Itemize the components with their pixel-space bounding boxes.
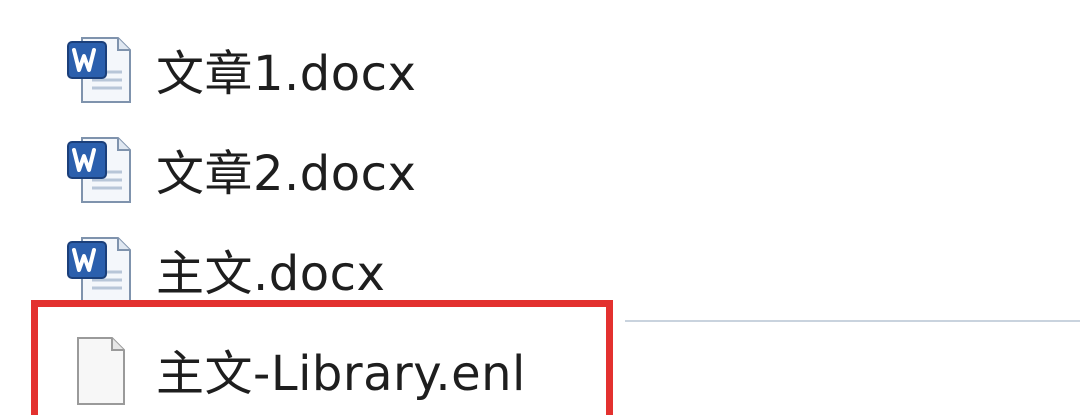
divider-line [625,320,1080,322]
word-document-icon [60,30,138,108]
file-name: 文章2.docx [156,146,417,202]
highlight-box [31,300,613,415]
word-document-icon [60,230,138,308]
file-list: 文章1.docx 文章2.docx 主文.docx 主文-Library.enl [0,0,1080,415]
file-item-article2[interactable]: 文章2.docx [60,126,416,212]
file-name: 主文.docx [156,246,386,302]
file-item-article1[interactable]: 文章1.docx [60,26,416,112]
file-name: 文章1.docx [156,46,417,102]
word-document-icon [60,130,138,208]
